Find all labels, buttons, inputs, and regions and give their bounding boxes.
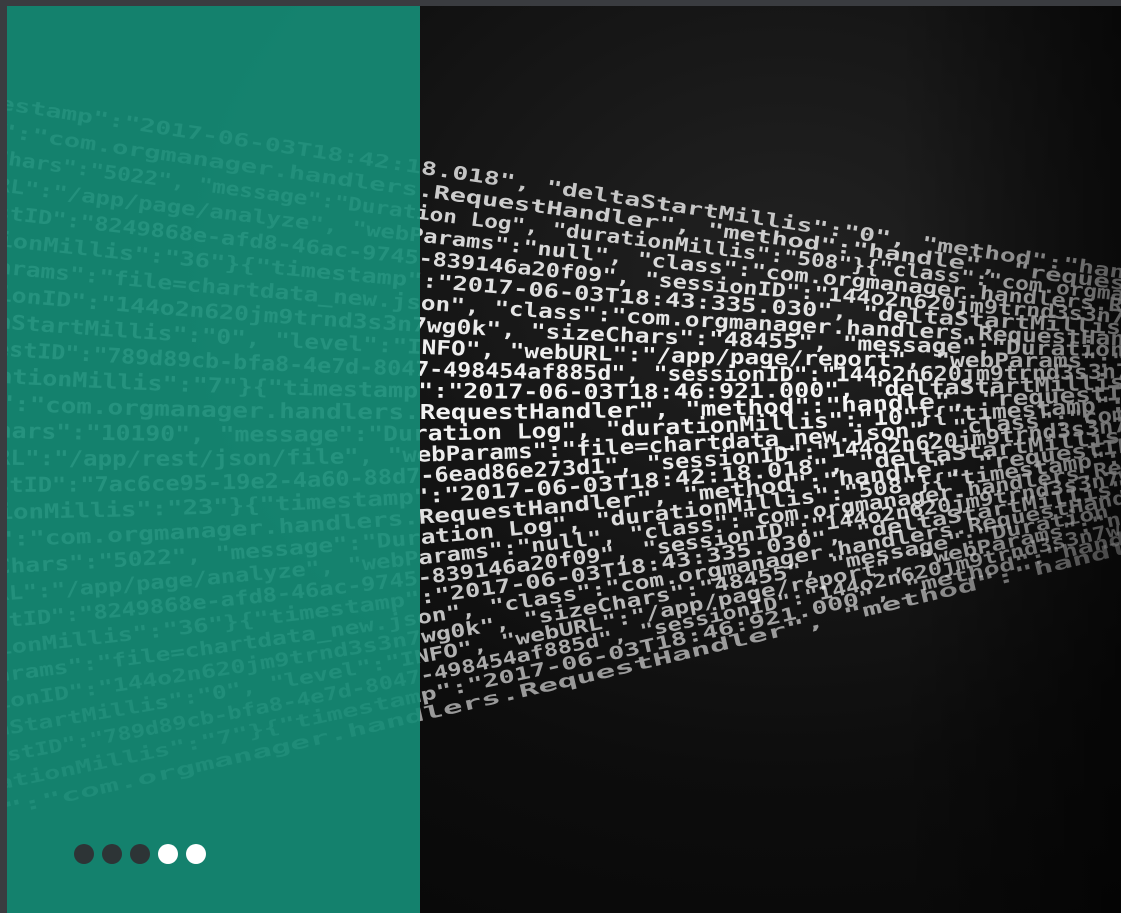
carousel-pagination (74, 844, 206, 864)
carousel-dot-3[interactable] (130, 844, 150, 864)
top-border (0, 0, 1121, 6)
carousel-dot-1[interactable] (74, 844, 94, 864)
hero-frame: imestamp":"2017-06-03T18:42:18.018", "de… (0, 0, 1121, 913)
carousel-dot-4[interactable] (158, 844, 178, 864)
teal-overlay-panel (7, 6, 420, 913)
carousel-dot-5[interactable] (186, 844, 206, 864)
hero-banner: imestamp":"2017-06-03T18:42:18.018", "de… (7, 6, 1121, 913)
carousel-dot-2[interactable] (102, 844, 122, 864)
left-border (0, 0, 7, 913)
